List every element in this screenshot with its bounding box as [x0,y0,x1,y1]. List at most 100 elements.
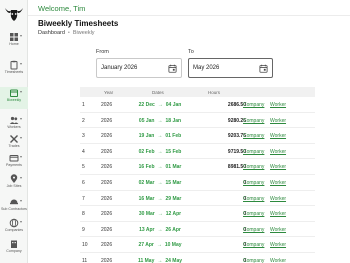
company-link[interactable]: Company [243,180,264,186]
breadcrumb-separator: • [67,30,70,36]
sidebar-item-label: Job Sites [6,184,22,188]
table-row: 9 2026 13 Apr → 26 Apr 0 Company Worker [80,222,315,238]
arrow-right-icon: → [157,211,163,218]
row-hours: 8981.50 [227,164,246,171]
chevron-down-icon[interactable]: ▾ [20,198,22,203]
welcome-text: Welcome, Tim [38,4,86,13]
company-link[interactable]: Company [243,196,264,202]
worker-link[interactable]: Worker [270,258,286,263]
company-link[interactable]: Company [243,149,264,155]
sidebar-item-payments[interactable]: ▾ Payments [0,152,28,174]
table-row: 11 2026 11 May → 24 May 0 Company Worker [80,253,315,263]
row-end-date: 18 Jan [165,117,182,124]
sidebar-item-home[interactable]: ▾ Home [0,31,28,53]
company-link[interactable]: Company [243,118,264,124]
company-link[interactable]: Company [243,211,264,217]
row-start-date: 02 Mar [138,180,155,186]
row-hours: 9280.25 [227,117,246,124]
company-link[interactable]: Company [243,133,264,139]
worker-link[interactable]: Worker [270,102,286,108]
company-link[interactable]: Company [243,164,264,170]
row-dates: 02 Feb → 15 Feb [130,149,190,155]
chevron-down-icon[interactable]: ▾ [20,116,22,121]
to-date-field[interactable]: May 2026 [188,58,273,78]
worker-link[interactable]: Worker [270,133,286,139]
row-end-date: 04 Jan [165,102,182,108]
location-icon [10,174,18,183]
row-start-date: 16 Feb [138,164,155,171]
worker-link[interactable]: Worker [270,196,286,202]
worker-link[interactable]: Worker [270,164,286,170]
chevron-down-icon[interactable]: ▾ [20,135,22,140]
sidebar-item-label: Companies [4,228,24,232]
calendar-icon[interactable] [168,64,177,73]
chevron-down-icon[interactable]: ▾ [20,154,22,159]
row-index: 4 [82,148,85,155]
sidebar-item-sub-contractors[interactable]: ▾ Sub Contractors [0,196,28,218]
row-dates: 16 Mar → 29 Mar [130,196,190,202]
contractor-icon [10,199,18,205]
table-row: 2 2026 05 Jan → 18 Jan 9280.25 Company Worker [80,113,315,129]
chevron-down-icon[interactable]: ▾ [20,33,22,38]
arrow-right-icon: → [157,117,163,124]
row-year: 2026 [101,242,113,249]
row-start-date: 19 Jan [138,133,155,140]
sidebar-item-biweekly[interactable]: ▾ Biweekly [0,87,28,109]
sidebar-item-companies[interactable]: ▾ Companies [0,217,28,239]
worker-link[interactable]: Worker [270,211,286,217]
arrow-right-icon: → [157,148,163,155]
row-hours: 0 [243,258,246,263]
row-end-date: 15 Mar [165,180,182,186]
row-start-date: 02 Feb [138,148,155,155]
bull-logo-icon[interactable] [4,5,24,23]
company-link[interactable]: Company [243,102,264,108]
company-link[interactable]: Company [243,242,264,248]
arrow-right-icon: → [156,242,162,249]
row-dates: 13 Apr → 26 Apr [130,227,190,233]
chevron-down-icon[interactable]: ▾ [20,175,22,180]
header-hours: Hours [208,89,221,95]
sidebar-item-job-sites[interactable]: ▾ Job Sites [0,173,28,195]
from-date-field[interactable]: January 2026 [96,58,182,78]
sidebar-item-label: Trades [8,144,20,148]
worker-link[interactable]: Worker [270,118,286,124]
sidebar-item-timesheets[interactable]: ▾ Timesheets [0,59,28,81]
row-end-date: 15 Feb [165,148,182,155]
chevron-down-icon[interactable]: ▾ [20,219,22,224]
sidebar-item-label: Workers [7,125,21,129]
topbar: Welcome, Tim [28,0,350,16]
row-start-date: 30 Mar [138,211,155,218]
table-row: 6 2026 02 Mar → 15 Mar 0 Company Worker [80,175,315,191]
row-year: 2026 [101,180,113,186]
breadcrumb-dashboard[interactable]: Dashboard [38,30,65,36]
table-row: 10 2026 27 Apr → 10 May 0 Company Worker [80,237,315,253]
chevron-down-icon[interactable]: ▾ [20,61,22,66]
company-link[interactable]: Company [243,258,264,263]
table-row: 3 2026 19 Jan → 01 Feb 9203.75 Company Worker [80,128,315,144]
building-icon [11,240,17,248]
row-start-date: 27 Apr [138,242,154,249]
row-index: 7 [82,195,85,202]
sidebar-item-company[interactable]: Company [0,238,28,260]
company-link[interactable]: Company [243,227,264,233]
clipboard-icon [10,60,18,70]
row-index: 1 [82,102,85,108]
chevron-down-icon[interactable]: ▾ [20,89,22,94]
from-date-value: January 2026 [101,65,138,71]
row-start-date: 22 Dec [138,102,155,108]
sidebar-item-label: Biweekly [6,98,22,102]
sidebar-item-label: Sub Contractors [1,207,27,211]
row-dates: 05 Jan → 18 Jan [130,118,190,124]
worker-link[interactable]: Worker [270,242,286,248]
row-end-date: 12 Apr [165,211,182,218]
row-hours: 0 [243,195,246,202]
row-start-date: 11 May [137,258,155,263]
row-year: 2026 [101,195,113,202]
row-year: 2026 [101,102,113,108]
row-hours: 0 [243,180,246,186]
worker-link[interactable]: Worker [270,180,286,186]
calendar-icon[interactable] [259,64,268,73]
worker-link[interactable]: Worker [270,227,286,233]
worker-link[interactable]: Worker [270,149,286,155]
row-end-date: 26 Apr [165,226,181,233]
